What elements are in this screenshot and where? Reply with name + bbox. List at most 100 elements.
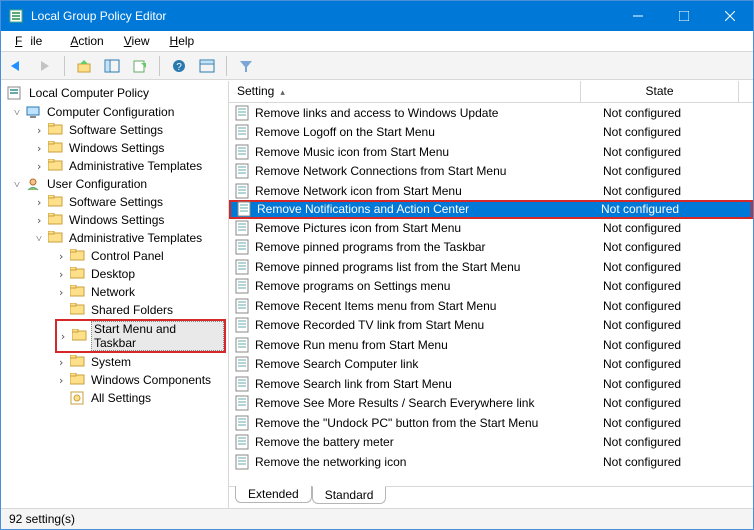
folder-icon <box>72 329 88 343</box>
view-tabs: Extended Standard <box>229 486 753 508</box>
list-row[interactable]: Remove Network icon from Start MenuNot c… <box>229 181 753 201</box>
list-row[interactable]: Remove Notifications and Action CenterNo… <box>229 200 753 220</box>
setting-state: Not configured <box>597 299 753 313</box>
properties-button[interactable] <box>195 55 219 77</box>
expand-icon[interactable]: › <box>33 142 45 155</box>
setting-state: Not configured <box>597 106 753 120</box>
menu-view[interactable]: View <box>116 32 158 50</box>
expand-icon[interactable]: › <box>33 214 45 227</box>
folder-icon <box>70 373 86 387</box>
setting-state: Not configured <box>597 145 753 159</box>
tree-item-start-menu-taskbar[interactable]: ›Start Menu and Taskbar <box>55 319 226 353</box>
expand-icon[interactable]: › <box>33 124 45 137</box>
column-setting[interactable]: Setting▴ <box>229 81 581 102</box>
list-header: Setting▴ State <box>229 81 753 103</box>
menu-help[interactable]: Help <box>162 32 203 50</box>
setting-label: Remove Run menu from Start Menu <box>255 338 597 352</box>
list-row[interactable]: Remove programs on Settings menuNot conf… <box>229 277 753 297</box>
setting-state: Not configured <box>597 357 753 371</box>
setting-label: Remove Search Computer link <box>255 357 597 371</box>
expand-icon[interactable]: › <box>55 356 67 369</box>
tree-item-shared-folders[interactable]: Shared Folders <box>55 301 226 319</box>
menu-bar: File Action View Help <box>1 31 753 52</box>
right-pane: Setting▴ State Remove links and access t… <box>229 81 753 508</box>
list-row[interactable]: Remove Pictures icon from Start MenuNot … <box>229 218 753 238</box>
close-button[interactable] <box>707 1 753 31</box>
list-row[interactable]: Remove the networking iconNot configured <box>229 452 753 472</box>
setting-label: Remove pinned programs from the Taskbar <box>255 240 597 254</box>
setting-label: Remove Notifications and Action Center <box>257 202 595 216</box>
setting-state: Not configured <box>597 240 753 254</box>
list-row[interactable]: Remove links and access to Windows Updat… <box>229 103 753 123</box>
folder-icon <box>70 267 86 281</box>
collapse-icon[interactable]: ˅ <box>11 106 23 119</box>
folder-icon <box>70 249 86 263</box>
tree-item-admin-templates[interactable]: ›Administrative Templates <box>33 157 226 175</box>
list-row[interactable]: Remove Run menu from Start MenuNot confi… <box>229 335 753 355</box>
tree-item-system[interactable]: ›System <box>55 353 226 371</box>
tree-item-windows-settings-user[interactable]: ›Windows Settings <box>33 211 226 229</box>
setting-label: Remove the networking icon <box>255 455 597 469</box>
expand-icon[interactable]: › <box>55 374 67 387</box>
list-row[interactable]: Remove Network Connections from Start Me… <box>229 162 753 182</box>
collapse-icon[interactable]: ˅ <box>11 178 23 191</box>
filter-button[interactable] <box>234 55 258 77</box>
export-button[interactable] <box>128 55 152 77</box>
tab-standard[interactable]: Standard <box>312 486 387 504</box>
tree-item-desktop[interactable]: ›Desktop <box>55 265 226 283</box>
tree-item-control-panel[interactable]: ›Control Panel <box>55 247 226 265</box>
tree-computer-config[interactable]: ˅ Computer Configuration <box>11 103 226 121</box>
list-row[interactable]: Remove pinned programs list from the Sta… <box>229 257 753 277</box>
maximize-button[interactable] <box>661 1 707 31</box>
expand-icon[interactable]: › <box>55 250 67 263</box>
list-row[interactable]: Remove See More Results / Search Everywh… <box>229 394 753 414</box>
tree-item-software-settings[interactable]: ›Software Settings <box>33 121 226 139</box>
app-icon <box>9 8 25 24</box>
list-row[interactable]: Remove Logoff on the Start MenuNot confi… <box>229 123 753 143</box>
tree-item-windows-settings[interactable]: ›Windows Settings <box>33 139 226 157</box>
setting-icon <box>235 183 251 199</box>
list-row[interactable]: Remove the battery meterNot configured <box>229 433 753 453</box>
back-button[interactable] <box>5 55 29 77</box>
setting-label: Remove Recorded TV link from Start Menu <box>255 318 597 332</box>
forward-button[interactable] <box>33 55 57 77</box>
tree-item-all-settings[interactable]: All Settings <box>55 389 226 407</box>
expand-icon[interactable]: › <box>33 160 45 173</box>
expand-icon[interactable]: › <box>33 196 45 209</box>
setting-icon <box>235 454 251 470</box>
tree-user-config[interactable]: ˅ User Configuration <box>11 175 226 193</box>
up-button[interactable] <box>72 55 96 77</box>
tree-pane[interactable]: Local Computer Policy ˅ Computer Configu… <box>1 81 229 508</box>
list-row[interactable]: Remove pinned programs from the TaskbarN… <box>229 238 753 258</box>
setting-icon <box>235 434 251 450</box>
list-row[interactable]: Remove Search Computer linkNot configure… <box>229 355 753 375</box>
setting-icon <box>235 239 251 255</box>
minimize-button[interactable] <box>615 1 661 31</box>
list-row[interactable]: Remove Music icon from Start MenuNot con… <box>229 142 753 162</box>
list-row[interactable]: Remove Recorded TV link from Start MenuN… <box>229 316 753 336</box>
list-row[interactable]: Remove Search link from Start MenuNot co… <box>229 374 753 394</box>
setting-state: Not configured <box>597 164 753 178</box>
tree-item-network[interactable]: ›Network <box>55 283 226 301</box>
expand-icon[interactable]: › <box>57 330 69 343</box>
list-row[interactable]: Remove Recent Items menu from Start Menu… <box>229 296 753 316</box>
list-row[interactable]: Remove the "Undock PC" button from the S… <box>229 413 753 433</box>
column-state[interactable]: State <box>581 81 739 102</box>
title-bar[interactable]: Local Group Policy Editor <box>1 1 753 31</box>
menu-action[interactable]: Action <box>62 32 111 50</box>
toolbar-divider-3 <box>226 56 227 76</box>
show-hide-tree-button[interactable] <box>100 55 124 77</box>
expand-icon[interactable]: › <box>55 286 67 299</box>
tree-item-windows-components[interactable]: ›Windows Components <box>55 371 226 389</box>
tree-root[interactable]: Local Computer Policy <box>3 83 226 103</box>
collapse-icon[interactable]: ˅ <box>33 232 45 245</box>
folder-icon <box>48 141 64 155</box>
tab-extended[interactable]: Extended <box>235 486 312 503</box>
app-window: Local Group Policy Editor File Action Vi… <box>0 0 754 530</box>
expand-icon[interactable]: › <box>55 268 67 281</box>
tree-item-software-settings-user[interactable]: ›Software Settings <box>33 193 226 211</box>
tree-item-admin-templates-user[interactable]: ˅Administrative Templates <box>33 229 226 247</box>
settings-list[interactable]: Remove links and access to Windows Updat… <box>229 103 753 486</box>
help-button[interactable]: ? <box>167 55 191 77</box>
menu-file[interactable]: File <box>7 32 58 50</box>
